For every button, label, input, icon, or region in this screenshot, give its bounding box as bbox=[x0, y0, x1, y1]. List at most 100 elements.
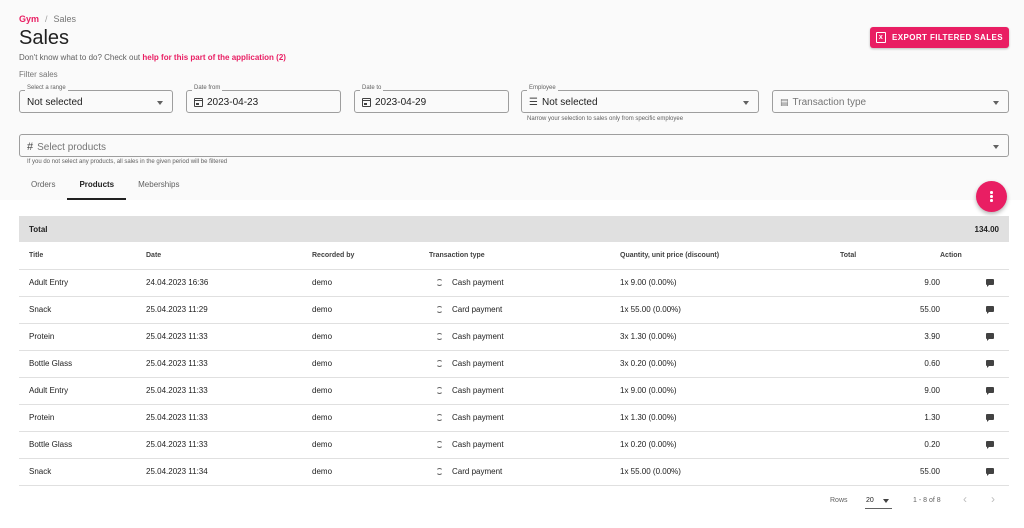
transaction-type-text: Cash payment bbox=[452, 386, 504, 395]
cell-quantity: 1x 9.00 (0.00%) bbox=[620, 269, 840, 297]
table-row: Bottle Glass 25.04.2023 11:33 demo Cash pay… bbox=[19, 431, 1009, 459]
export-filtered-sales-button[interactable]: x EXPORT FILTERED SALES bbox=[870, 27, 1009, 48]
cell-title: Adult Entry bbox=[19, 377, 146, 405]
chevron-down-icon bbox=[157, 101, 163, 105]
date-to-label: Date to bbox=[360, 85, 384, 91]
sync-icon bbox=[436, 441, 443, 448]
date-to-field[interactable]: Date to 2023-04-29 bbox=[354, 85, 509, 113]
employee-hint: Narrow your selection to sales only from… bbox=[527, 116, 684, 122]
rows-label: Rows bbox=[830, 497, 848, 504]
table-row: Snack 25.04.2023 11:34 demo Card payment 1x … bbox=[19, 458, 1009, 486]
sync-icon bbox=[436, 360, 443, 367]
cell-title: Snack bbox=[19, 296, 146, 324]
previous-page-button[interactable]: ‹ bbox=[963, 492, 967, 506]
employee-content: ☰ Not selected bbox=[529, 97, 598, 108]
cell-total: 0.20 bbox=[840, 431, 940, 459]
date-from-field[interactable]: Date from 2023-04-23 bbox=[186, 85, 341, 113]
comment-icon[interactable] bbox=[986, 468, 994, 476]
transaction-type-wrap: Cash payment bbox=[429, 440, 620, 449]
next-page-button[interactable]: › bbox=[991, 492, 995, 506]
breadcrumb-gym-link[interactable]: Gym bbox=[19, 14, 39, 24]
calendar-icon bbox=[194, 98, 203, 107]
rows-per-page-select[interactable]: 20 bbox=[865, 495, 892, 509]
tab-memberships[interactable]: Meberships bbox=[126, 175, 191, 200]
cell-recorded-by: demo bbox=[312, 431, 429, 459]
pagination-range: 1 - 8 of 8 bbox=[913, 497, 941, 504]
comment-icon[interactable] bbox=[986, 306, 994, 314]
tab-products[interactable]: Products bbox=[67, 175, 127, 200]
cell-total: 9.00 bbox=[840, 269, 940, 297]
column-header-date[interactable]: Date bbox=[146, 242, 312, 270]
chevron-down-icon bbox=[993, 101, 999, 105]
cell-total: 9.00 bbox=[840, 377, 940, 405]
cell-recorded-by: demo bbox=[312, 377, 429, 405]
cell-action bbox=[940, 323, 1009, 351]
cell-recorded-by: demo bbox=[312, 350, 429, 378]
cell-quantity: 1x 55.00 (0.00%) bbox=[620, 296, 840, 324]
tab-orders[interactable]: Orders bbox=[19, 175, 67, 200]
range-select-value: Not selected bbox=[27, 97, 83, 108]
table-row: Protein 25.04.2023 11:33 demo Cash payment 1… bbox=[19, 404, 1009, 432]
cell-transaction-type: Card payment bbox=[429, 296, 620, 324]
range-value-text: Not selected bbox=[27, 97, 83, 108]
cell-date: 25.04.2023 11:33 bbox=[146, 404, 312, 432]
export-button-label: EXPORT FILTERED SALES bbox=[892, 33, 1003, 42]
column-header-total[interactable]: Total bbox=[840, 242, 940, 270]
date-to-content: 2023-04-29 bbox=[362, 97, 426, 108]
transaction-type-text: Cash payment bbox=[452, 440, 504, 449]
cell-date: 25.04.2023 11:29 bbox=[146, 296, 312, 324]
tab-bar: Orders Products Meberships bbox=[19, 175, 191, 200]
more-vert-icon-dot bbox=[990, 195, 993, 198]
sync-icon bbox=[436, 468, 443, 475]
transaction-type-select[interactable]: ▤ Transaction type bbox=[772, 90, 1009, 113]
table-row: Adult Entry 25.04.2023 11:33 demo Cash paym… bbox=[19, 377, 1009, 405]
excel-icon: x bbox=[876, 32, 887, 43]
list-icon: ☰ bbox=[529, 96, 538, 108]
column-header-transaction-type[interactable]: Transaction type bbox=[429, 242, 620, 270]
cell-total: 3.90 bbox=[840, 323, 940, 351]
cell-title: Protein bbox=[19, 323, 146, 351]
calendar-icon bbox=[362, 98, 371, 107]
more-vert-icon-dot bbox=[990, 199, 993, 202]
range-select[interactable]: Select a range Not selected bbox=[19, 85, 173, 113]
column-header-recorded-by[interactable]: Recorded by bbox=[312, 242, 429, 270]
comment-icon[interactable] bbox=[986, 387, 994, 395]
cell-quantity: 3x 1.30 (0.00%) bbox=[620, 323, 840, 351]
column-header-quantity[interactable]: Quantity, unit price (discount) bbox=[620, 242, 840, 270]
comment-icon[interactable] bbox=[986, 414, 994, 422]
comment-icon[interactable] bbox=[986, 333, 994, 341]
date-from-value: 2023-04-23 bbox=[207, 97, 259, 108]
date-from-label: Date from bbox=[192, 85, 223, 91]
transaction-type-text: Cash payment bbox=[452, 278, 504, 287]
help-text: Don't know what to do? Check out help fo… bbox=[19, 53, 286, 62]
date-to-value: 2023-04-29 bbox=[375, 97, 427, 108]
cell-quantity: 1x 55.00 (0.00%) bbox=[620, 458, 840, 486]
table-row: Bottle Glass 25.04.2023 11:33 demo Cash pay… bbox=[19, 350, 1009, 378]
transaction-type-wrap: Cash payment bbox=[429, 413, 620, 422]
column-header-title[interactable]: Title bbox=[19, 242, 146, 270]
chevron-down-icon bbox=[883, 499, 889, 503]
products-placeholder: Select products bbox=[37, 141, 107, 153]
comment-icon[interactable] bbox=[986, 441, 994, 449]
transaction-type-text: Cash payment bbox=[452, 332, 504, 341]
help-link[interactable]: help for this part of the application (2… bbox=[142, 53, 286, 62]
transaction-type-wrap: Card payment bbox=[429, 305, 620, 314]
comment-icon[interactable] bbox=[986, 279, 994, 287]
products-hint: If you do not select any products, all s… bbox=[27, 159, 228, 165]
total-value: 134.00 bbox=[974, 225, 999, 234]
rows-per-page-value: 20 bbox=[866, 497, 874, 504]
payment-icon: ▤ bbox=[780, 97, 789, 107]
cell-title: Adult Entry bbox=[19, 269, 146, 297]
cell-date: 25.04.2023 11:33 bbox=[146, 431, 312, 459]
cell-date: 25.04.2023 11:33 bbox=[146, 377, 312, 405]
cell-action bbox=[940, 431, 1009, 459]
range-select-label: Select a range bbox=[25, 85, 68, 91]
employee-select[interactable]: Employee ☰ Not selected bbox=[521, 85, 759, 113]
cell-date: 24.04.2023 16:36 bbox=[146, 269, 312, 297]
comment-icon[interactable] bbox=[986, 360, 994, 368]
products-select[interactable]: # Select products bbox=[19, 134, 1009, 157]
transaction-type-text: Card payment bbox=[452, 467, 503, 476]
transaction-type-placeholder: Transaction type bbox=[792, 97, 867, 108]
transaction-type-content: ▤ Transaction type bbox=[780, 97, 866, 108]
more-actions-button[interactable] bbox=[976, 181, 1007, 212]
